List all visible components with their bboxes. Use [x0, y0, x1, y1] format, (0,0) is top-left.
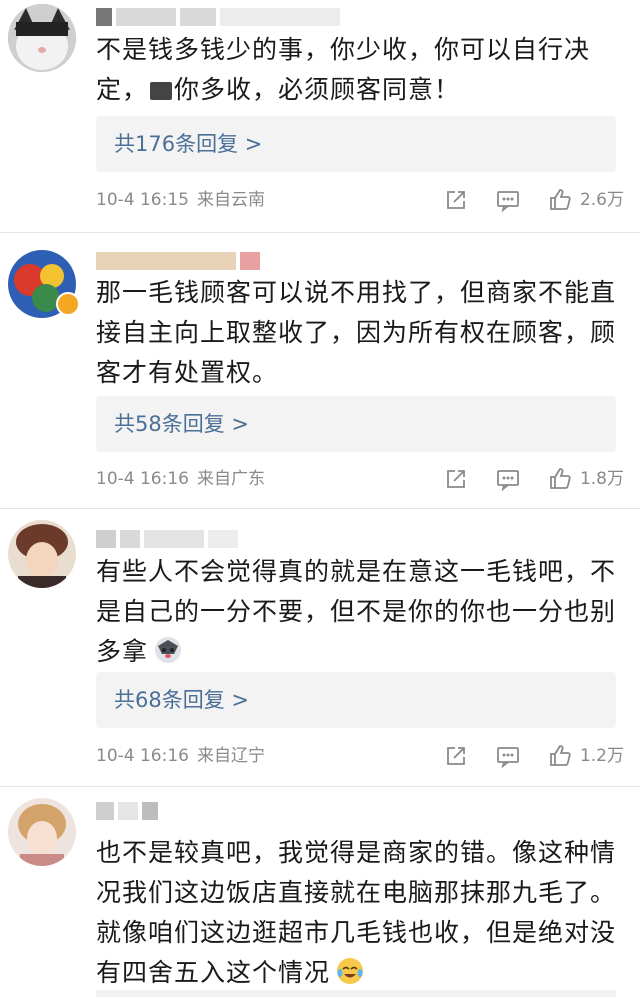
divider — [0, 508, 640, 509]
like-icon — [548, 744, 572, 768]
reply-count-label: 共68条回复 > — [114, 688, 249, 712]
divider — [0, 232, 640, 233]
like-button[interactable]: 2.6万 — [548, 185, 624, 215]
comment-button[interactable] — [496, 744, 520, 768]
avatar[interactable] — [8, 520, 76, 588]
like-icon — [548, 188, 572, 212]
share-icon — [444, 467, 468, 491]
comment-button[interactable] — [496, 188, 520, 212]
avatar[interactable] — [8, 4, 76, 72]
redaction-mask — [150, 82, 173, 100]
location: 来自广东 — [196, 469, 265, 489]
share-button[interactable] — [444, 744, 468, 768]
comment-text: 那一毛钱顾客可以说不用找了，但商家不能直接自主向上取整收了，因为所有权在顾客，顾… — [96, 278, 617, 387]
like-count: 1.8万 — [579, 469, 624, 489]
reply-count-button[interactable]: 共176条回复 > — [96, 116, 616, 172]
reply-count-button[interactable]: 共68条回复 > — [96, 672, 616, 728]
divider — [0, 786, 640, 787]
username[interactable] — [96, 800, 162, 824]
comment-button[interactable] — [496, 467, 520, 491]
husky-emoji-icon — [154, 636, 182, 664]
location: 来自云南 — [196, 190, 265, 210]
comment-text: 也不是较真吧，我觉得是商家的错。像这种情况我们这边饭店直接就在电脑那抹那九毛了。… — [96, 833, 626, 993]
timestamp: 10-4 16:16 — [96, 746, 189, 766]
comment-meta: 10-4 16:15 来自云南 2.6万 — [96, 185, 624, 215]
comment-icon — [496, 744, 520, 768]
like-button[interactable]: 1.2万 — [548, 741, 624, 771]
reply-count-label: 共176条回复 > — [114, 132, 263, 156]
comment-icon — [496, 467, 520, 491]
laugh-cry-emoji-icon — [336, 957, 364, 985]
comment-meta: 10-4 16:16 来自辽宁 1.2万 — [96, 741, 624, 771]
reply-count-label: 共58条回复 > — [114, 412, 249, 436]
share-icon — [444, 744, 468, 768]
like-button[interactable]: 1.8万 — [548, 464, 624, 494]
like-count: 1.2万 — [579, 746, 624, 766]
comment-text-part: 你多收，必须顾客同意！ — [174, 75, 461, 104]
comment-text: 不是钱多钱少的事，你少收，你可以自行决定， 你多收，必须顾客同意！ — [96, 30, 626, 110]
share-button[interactable] — [444, 188, 468, 212]
username[interactable] — [96, 528, 242, 552]
timestamp: 10-4 16:16 — [96, 469, 189, 489]
username[interactable] — [96, 250, 264, 274]
comment-text: 有些人不会觉得真的就是在意这一毛钱吧，不是自己的一分不要，但不是你的你也一分也别… — [96, 552, 626, 672]
reply-box-edge — [96, 990, 616, 997]
avatar[interactable] — [8, 798, 76, 866]
timestamp: 10-4 16:15 — [96, 190, 189, 210]
reply-count-button[interactable]: 共58条回复 > — [96, 396, 616, 452]
like-icon — [548, 467, 572, 491]
like-count: 2.6万 — [579, 190, 624, 210]
username[interactable] — [96, 6, 344, 30]
comment-meta: 10-4 16:16 来自广东 1.8万 — [96, 464, 624, 494]
share-button[interactable] — [444, 467, 468, 491]
share-icon — [444, 188, 468, 212]
comment-icon — [496, 188, 520, 212]
verified-badge — [56, 292, 80, 316]
location: 来自辽宁 — [196, 746, 265, 766]
